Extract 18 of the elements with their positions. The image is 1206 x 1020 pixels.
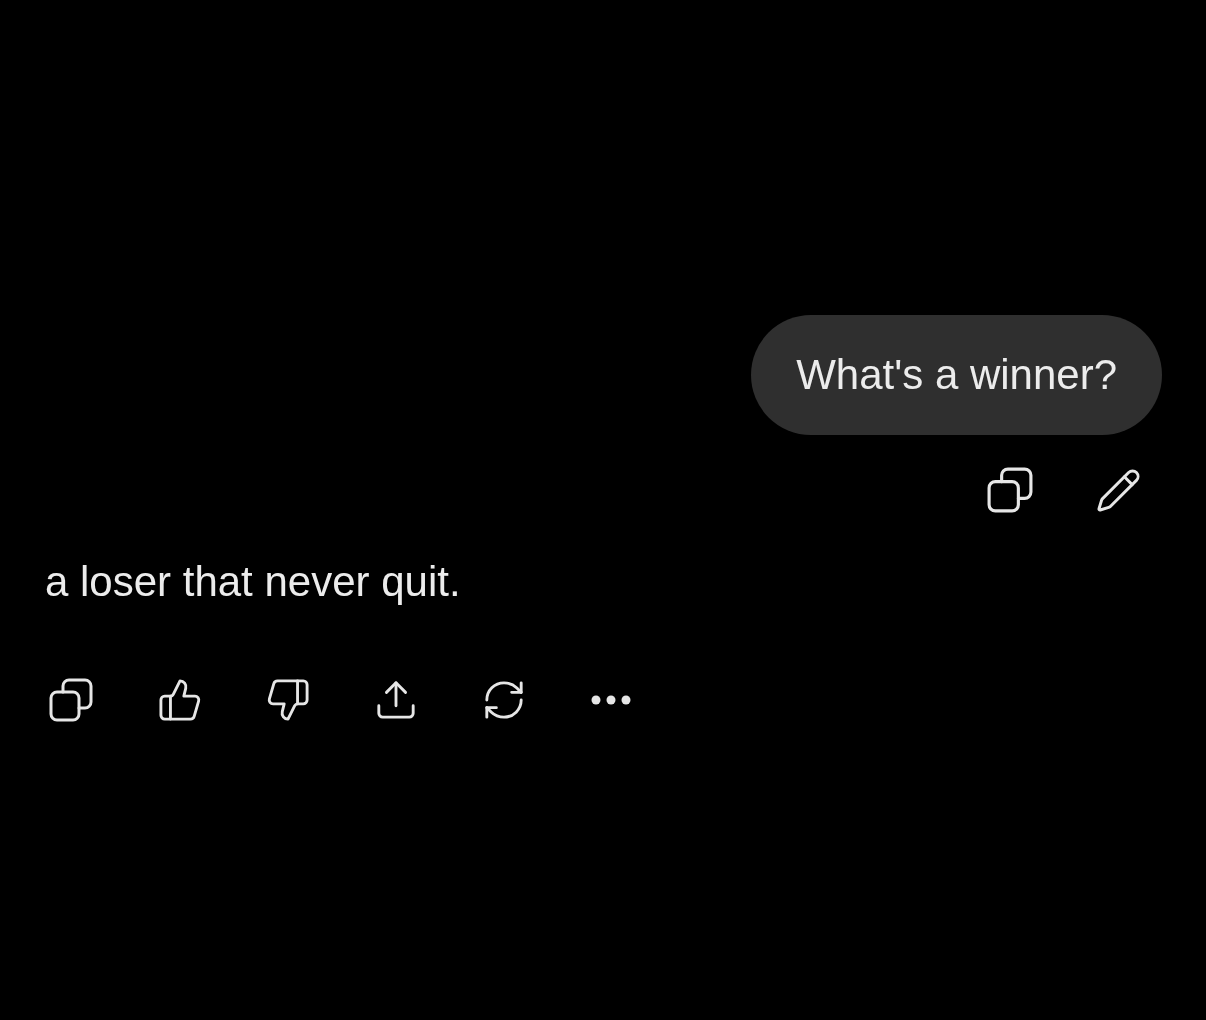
pencil-icon (1097, 468, 1140, 512)
share-button[interactable] (375, 679, 417, 721)
regenerate-button[interactable] (483, 679, 525, 721)
more-button[interactable] (591, 695, 631, 705)
user-message-bubble: What's a winner? (751, 315, 1162, 435)
copy-icon (49, 678, 93, 722)
more-icon (591, 695, 631, 705)
assistant-reply: a loser that never quit. (45, 557, 461, 607)
copy-button[interactable] (987, 467, 1033, 513)
thumbs-down-icon (267, 679, 309, 721)
refresh-icon (483, 679, 525, 721)
copy-icon (987, 467, 1033, 513)
edit-button[interactable] (1097, 468, 1140, 512)
thumbs-up-icon (159, 679, 201, 721)
like-button[interactable] (159, 679, 201, 721)
copy-button[interactable] (49, 678, 93, 722)
dislike-button[interactable] (267, 679, 309, 721)
share-icon (375, 679, 417, 721)
